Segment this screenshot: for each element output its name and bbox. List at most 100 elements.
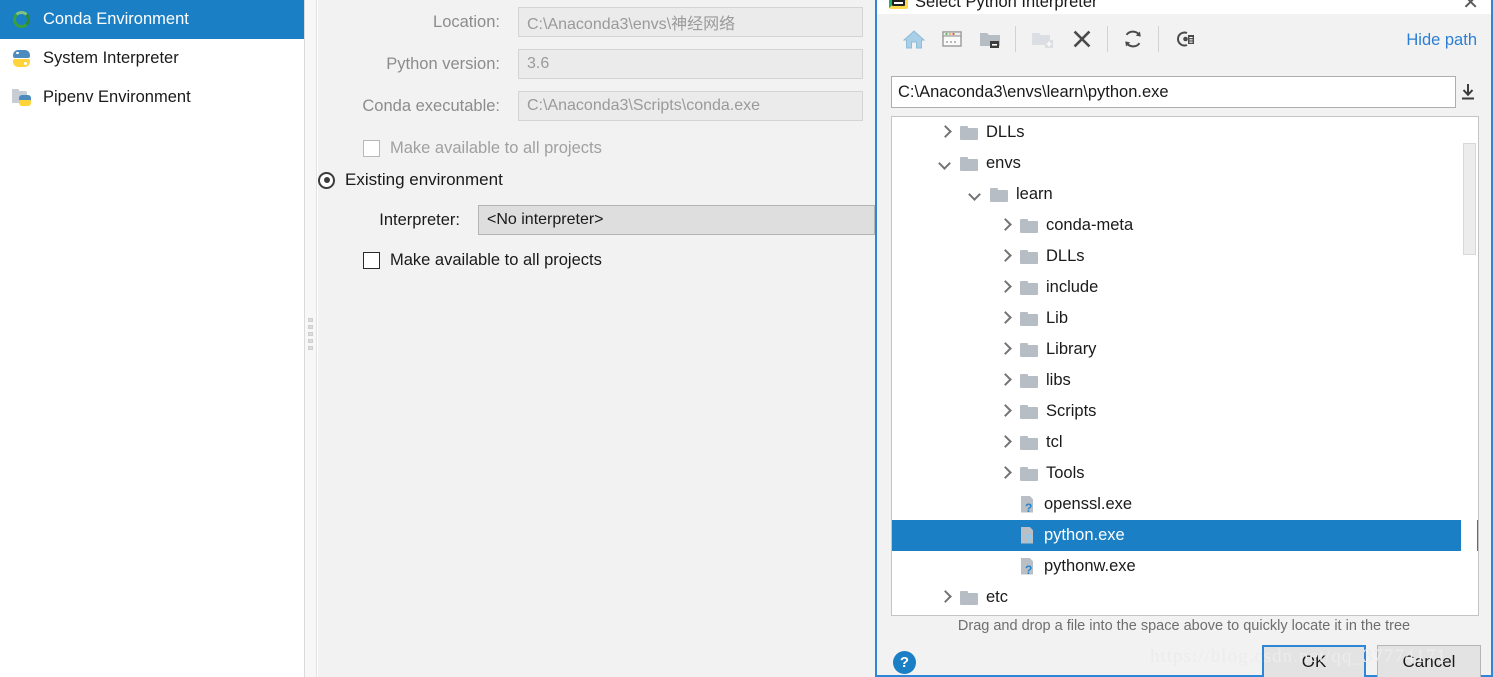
chevron-right-icon[interactable] (998, 405, 1011, 418)
home-icon[interactable] (901, 26, 927, 52)
make-available-existing-label: Make available to all projects (390, 250, 602, 269)
hide-path-link[interactable]: Hide path (1406, 31, 1477, 50)
sidebar-item-pipenv-environment[interactable]: Pipenv Environment (0, 78, 304, 117)
sidebar-item-label: System Interpreter (43, 49, 179, 67)
tree-row[interactable]: etc (892, 582, 1478, 613)
python-version-select[interactable]: 3.6 (518, 49, 863, 79)
new-folder-icon[interactable] (1029, 26, 1055, 52)
environment-type-sidebar: Conda Environment System Interpreter Pip… (0, 0, 305, 677)
tree-row[interactable]: tcl (892, 427, 1478, 458)
tree-row-label: Scripts (1046, 402, 1097, 420)
tree-row-label: etc (986, 588, 1009, 606)
chevron-right-icon[interactable] (998, 219, 1011, 232)
tree-row[interactable]: learn (892, 179, 1478, 210)
existing-environment-label: Existing environment (345, 170, 503, 189)
download-arrow-icon[interactable] (1457, 81, 1479, 103)
folder-icon (1020, 249, 1038, 264)
tree-row[interactable]: Scripts (892, 396, 1478, 427)
tree-row[interactable]: Library (892, 334, 1478, 365)
project-folder-icon[interactable] (977, 26, 1003, 52)
tree-row[interactable]: ? python.exe (892, 520, 1478, 551)
cancel-button[interactable]: Cancel (1377, 645, 1481, 677)
chevron-right-icon[interactable] (998, 467, 1011, 480)
conda-environment-form: Location: C:\Anaconda3\envs\神经网络 Python … (318, 0, 877, 677)
make-available-new-label: Make available to all projects (390, 138, 602, 157)
tree-row-label: Library (1046, 340, 1097, 358)
chevron-right-icon[interactable] (998, 343, 1011, 356)
tree-row-label: DLLs (986, 123, 1025, 141)
file-tree[interactable]: DLLs envs learn conda-meta DLLs include Lib Lib… (891, 116, 1479, 616)
chevron-down-icon[interactable] (938, 157, 951, 170)
conda-ring-icon (12, 10, 32, 30)
folder-icon (960, 590, 978, 605)
tree-row[interactable]: include (892, 272, 1478, 303)
screen: Conda Environment System Interpreter Pip… (0, 0, 1493, 677)
interpreter-label: Interpreter: (379, 210, 460, 229)
tree-scrollbar-thumb[interactable] (1463, 143, 1476, 255)
chevron-right-icon[interactable] (998, 281, 1011, 294)
sidebar-item-system-interpreter[interactable]: System Interpreter (0, 39, 304, 78)
folder-icon (1020, 280, 1038, 295)
tree-row-label: Lib (1046, 309, 1069, 327)
conda-executable-input[interactable]: C:\Anaconda3\Scripts\conda.exe (518, 91, 863, 121)
unknown-file-icon: ? (1020, 558, 1036, 576)
ok-button[interactable]: OK (1262, 645, 1366, 677)
folder-icon (1020, 435, 1038, 450)
path-row: C:\Anaconda3\envs\learn\python.exe (891, 76, 1479, 108)
tree-row[interactable]: Lib (892, 303, 1478, 334)
path-input[interactable]: C:\Anaconda3\envs\learn\python.exe (891, 76, 1456, 108)
conda-executable-row: Conda executable: C:\Anaconda3\Scripts\c… (318, 86, 877, 126)
tree-row[interactable]: ? pythonw.exe (892, 551, 1478, 582)
sidebar-item-label: Conda Environment (43, 10, 189, 28)
help-button[interactable]: ? (893, 651, 916, 674)
existing-environment-radio[interactable] (318, 171, 335, 189)
folder-icon (990, 187, 1008, 202)
tree-row[interactable]: DLLs (892, 241, 1478, 272)
refresh-icon[interactable] (1120, 26, 1146, 52)
sidebar-item-conda-environment[interactable]: Conda Environment (0, 0, 304, 39)
delete-icon[interactable] (1069, 26, 1095, 52)
folder-icon (960, 156, 978, 171)
toolbar-separator (1107, 26, 1108, 52)
panel-splitter[interactable] (305, 0, 317, 677)
tree-row[interactable]: Tools (892, 458, 1478, 489)
tree-row[interactable]: libs (892, 365, 1478, 396)
tree-row-label: tcl (1046, 433, 1063, 451)
toolbar-separator (1015, 26, 1016, 52)
tree-row-label: learn (1016, 185, 1053, 203)
folder-icon (1020, 342, 1038, 357)
unknown-file-icon: ? (1020, 527, 1036, 545)
tree-vertical-scrollbar[interactable] (1461, 118, 1477, 615)
chevron-right-icon[interactable] (998, 312, 1011, 325)
chevron-right-icon[interactable] (998, 374, 1011, 387)
location-label: Location: (433, 12, 500, 31)
folder-icon (960, 125, 978, 140)
interpreter-select[interactable]: <No interpreter> (478, 205, 875, 235)
tree-row[interactable]: DLLs (892, 117, 1478, 148)
chevron-right-icon[interactable] (938, 591, 951, 604)
drag-drop-hint: Drag and drop a file into the space abov… (957, 618, 1411, 634)
tree-row-label: python.exe (1044, 526, 1125, 544)
tree-row-label: DLLs (1046, 247, 1085, 265)
folder-icon (1020, 311, 1038, 326)
chevron-right-icon[interactable] (938, 126, 951, 139)
tree-row[interactable]: conda-meta (892, 210, 1478, 241)
tree-row[interactable]: ? openssl.exe (892, 489, 1478, 520)
make-available-new-checkbox[interactable] (363, 139, 380, 157)
location-input[interactable]: C:\Anaconda3\envs\神经网络 (518, 7, 863, 37)
chevron-right-icon[interactable] (998, 250, 1011, 263)
make-available-existing-checkbox[interactable] (363, 251, 380, 269)
show-hidden-files-icon[interactable] (1171, 26, 1197, 52)
existing-environment-row: Existing environment (318, 160, 877, 200)
tree-row-label: include (1046, 278, 1099, 296)
tree-row-label: openssl.exe (1044, 495, 1133, 513)
desktop-icon[interactable] (939, 26, 965, 52)
tree-row[interactable]: envs (892, 148, 1478, 179)
chevron-down-icon[interactable] (968, 188, 981, 201)
close-icon[interactable]: ✕ (1462, 0, 1479, 14)
tree-row-label: envs (986, 154, 1021, 172)
make-available-existing-row: Make available to all projects (318, 240, 877, 280)
chevron-right-icon[interactable] (998, 436, 1011, 449)
tree-row-label: libs (1046, 371, 1071, 389)
